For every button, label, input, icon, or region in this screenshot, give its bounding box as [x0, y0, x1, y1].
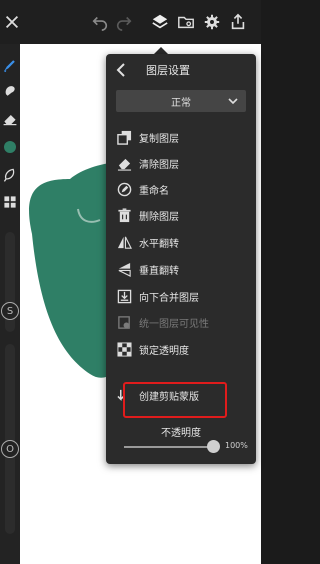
blend-mode-value: 正常: [171, 98, 191, 109]
panel-title: 图层设置: [146, 64, 190, 77]
visibility-icon: [116, 314, 132, 330]
share-icon[interactable]: [228, 12, 248, 32]
brush-opacity-knob[interactable]: O: [1, 440, 19, 458]
menu-item-label: 锁定透明度: [139, 346, 189, 357]
back-icon[interactable]: [114, 62, 128, 78]
menu-item-label: 水平翻转: [139, 239, 179, 250]
lasso-icon[interactable]: [1, 166, 19, 184]
opacity-slider-knob[interactable]: [207, 440, 220, 453]
blend-mode-select[interactable]: 正常: [116, 90, 246, 112]
menu-item-label: 复制图层: [139, 134, 179, 145]
gear-icon[interactable]: [202, 12, 222, 32]
eraser-icon[interactable]: [1, 110, 19, 128]
menu-item-delete-layer[interactable]: 删除图层: [106, 204, 256, 226]
panel-pointer: [154, 47, 168, 54]
chevron-down-icon: [228, 98, 238, 105]
opacity-slider-track[interactable]: [124, 446, 214, 448]
close-icon[interactable]: [2, 12, 22, 32]
menu-item-lock-transparency[interactable]: 锁定透明度: [106, 338, 256, 360]
menu-item-label: 重命名: [139, 186, 169, 197]
redo-icon[interactable]: [114, 12, 134, 32]
duplicate-icon: [116, 129, 132, 145]
left-toolbar: S O: [0, 44, 20, 564]
menu-item-merge-down[interactable]: 向下合并图层: [106, 285, 256, 307]
menu-item-flip-horizontal[interactable]: 水平翻转: [106, 231, 256, 253]
highlight-box: [123, 382, 227, 418]
opacity-value: 100%: [225, 441, 248, 450]
menu-item-label: 向下合并图层: [139, 293, 199, 304]
folder-icon[interactable]: [176, 12, 196, 32]
smudge-icon[interactable]: [1, 82, 19, 100]
menu-item-clear-layer[interactable]: 清除图层: [106, 152, 256, 174]
size-label: S: [6, 305, 14, 317]
merge-down-icon: [116, 288, 132, 304]
flip-vertical-icon: [116, 261, 132, 277]
gallery-icon[interactable]: [1, 193, 19, 211]
color-swatch[interactable]: [1, 138, 19, 156]
menu-item-flip-vertical[interactable]: 垂直翻转: [106, 258, 256, 280]
checker-icon: [116, 341, 132, 357]
brush-opacity-slider[interactable]: [5, 344, 15, 534]
opacity-label: O: [6, 443, 14, 455]
flip-horizontal-icon: [116, 234, 132, 250]
top-toolbar: [0, 0, 261, 44]
layers-icon[interactable]: [150, 12, 170, 32]
trash-icon: [116, 207, 132, 223]
opacity-label: 不透明度: [161, 428, 201, 439]
rename-icon: [116, 181, 132, 197]
menu-item-label: 清除图层: [139, 160, 179, 171]
menu-item-label: 删除图层: [139, 212, 179, 223]
undo-icon[interactable]: [90, 12, 110, 32]
brush-icon[interactable]: [1, 56, 19, 74]
panel-header: 图层设置: [106, 54, 256, 86]
menu-item-unify-visibility: 统一图层可见性: [106, 311, 256, 333]
menu-item-duplicate-layer[interactable]: 复制图层: [106, 126, 256, 148]
menu-item-label: 垂直翻转: [139, 266, 179, 277]
menu-item-label: 统一图层可见性: [139, 319, 209, 330]
eraser-icon: [116, 155, 132, 171]
menu-item-rename[interactable]: 重命名: [106, 178, 256, 200]
brush-size-knob[interactable]: S: [1, 302, 19, 320]
